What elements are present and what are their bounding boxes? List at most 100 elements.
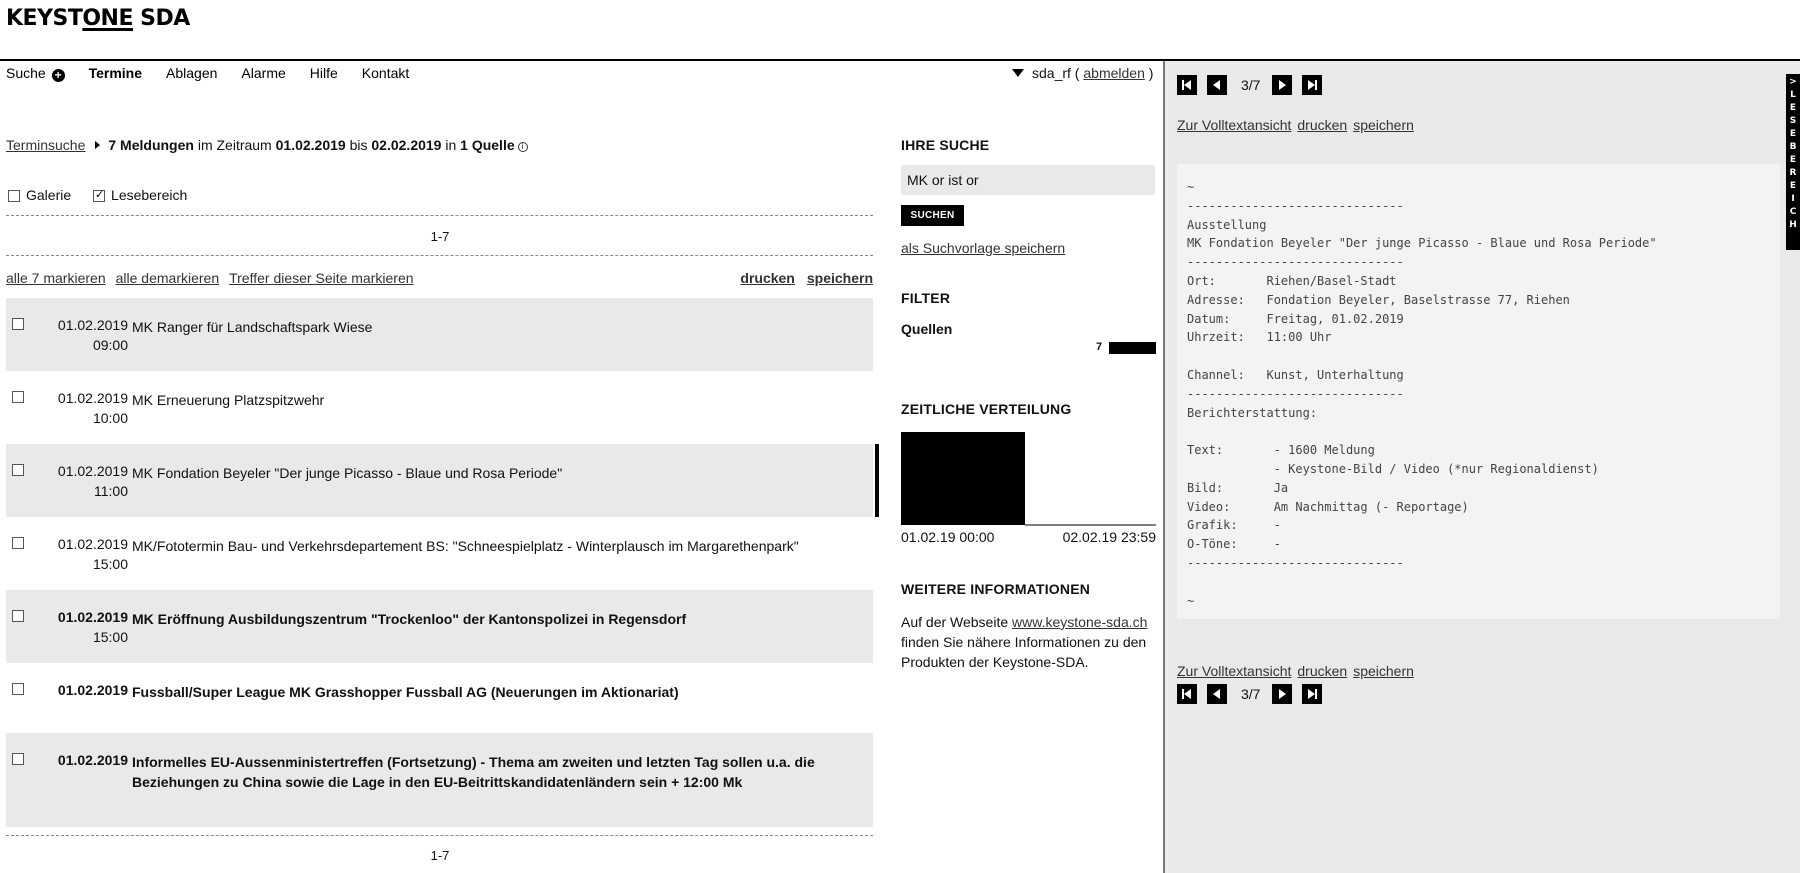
reader-print-link[interactable]: drucken bbox=[1297, 117, 1347, 133]
selection-indicator bbox=[875, 444, 879, 517]
divider bbox=[6, 215, 873, 216]
row-checkbox[interactable] bbox=[12, 464, 24, 476]
logo-text-a: KEYST bbox=[6, 6, 83, 31]
first-page-icon[interactable] bbox=[1177, 75, 1197, 95]
gallery-option[interactable]: Galerie bbox=[8, 187, 71, 203]
plus-circle-icon[interactable]: + bbox=[51, 69, 65, 82]
triangle-right-icon bbox=[95, 141, 101, 149]
keystone-website-link[interactable]: www.keystone-sda.ch bbox=[1012, 614, 1147, 630]
unmark-all-link[interactable]: alle demarkieren bbox=[116, 270, 220, 286]
save-link[interactable]: speichern bbox=[807, 270, 873, 286]
row-title[interactable]: Informelles EU-Aussenministertreffen (Fo… bbox=[132, 752, 862, 792]
reading-pane: 3/7 Zur Volltextansicht drucken speichern … bbox=[1163, 61, 1800, 873]
your-search-heading: IHRE SUCHE bbox=[901, 137, 990, 153]
row-checkbox[interactable] bbox=[12, 391, 24, 403]
main-nav: Suche + Termine Ablagen Alarme Hilfe Kon… bbox=[6, 65, 433, 82]
row-title[interactable]: MK Fondation Beyeler "Der junge Picasso … bbox=[132, 463, 862, 483]
row-checkbox[interactable] bbox=[12, 753, 24, 765]
nav-item-termine[interactable]: Termine bbox=[89, 65, 142, 82]
result-row[interactable]: 01.02.2019 15:00 MK/Fototermin Bau- und … bbox=[6, 517, 873, 590]
fulltext-view-link[interactable]: Zur Volltextansicht bbox=[1177, 117, 1291, 133]
pager-bottom: 1-7 bbox=[430, 848, 450, 863]
time-distribution-chart bbox=[901, 432, 1156, 526]
reader-print-link[interactable]: drucken bbox=[1297, 663, 1347, 679]
gallery-checkbox[interactable] bbox=[8, 190, 20, 202]
search-button[interactable]: SUCHEN bbox=[901, 205, 964, 226]
user-menu[interactable]: sda_rf ( abmelden ) bbox=[1012, 65, 1153, 81]
reading-area-checkbox[interactable] bbox=[93, 188, 106, 202]
row-checkbox[interactable] bbox=[12, 537, 24, 549]
time-distribution-heading: ZEITLICHE VERTEILUNG bbox=[901, 401, 1072, 417]
nav-item-suche[interactable]: Suche + bbox=[6, 65, 65, 82]
row-date: 01.02.2019 bbox=[57, 609, 128, 625]
result-row[interactable]: 01.02.2019 10:00 MK Erneuerung Platzspit… bbox=[6, 371, 873, 444]
document-content: ~ ------------------------------ Ausstel… bbox=[1177, 164, 1780, 619]
row-time: 15:00 bbox=[92, 556, 128, 572]
divider bbox=[6, 255, 873, 256]
username: sda_rf bbox=[1032, 65, 1071, 81]
last-page-icon[interactable] bbox=[1302, 684, 1323, 704]
last-page-icon[interactable] bbox=[1302, 75, 1323, 95]
logo-text-one: ONE bbox=[82, 6, 134, 31]
row-title[interactable]: MK/Fototermin Bau- und Verkehrsdeparteme… bbox=[132, 536, 862, 556]
reading-area-tab[interactable]: > L E S E B E R E I C H bbox=[1786, 74, 1800, 250]
logout-link[interactable]: abmelden bbox=[1083, 65, 1145, 81]
reader-links-top: Zur Volltextansicht drucken speichern bbox=[1177, 117, 1420, 133]
result-row[interactable]: 01.02.2019 Fussball/Super League MK Gras… bbox=[6, 663, 873, 736]
save-search-template-link[interactable]: als Suchvorlage speichern bbox=[901, 240, 1065, 256]
nav-item-alarme[interactable]: Alarme bbox=[241, 65, 285, 82]
nav-item-hilfe[interactable]: Hilfe bbox=[310, 65, 338, 82]
reader-counter: 3/7 bbox=[1241, 686, 1261, 702]
distribution-bar bbox=[901, 432, 1025, 525]
row-title[interactable]: MK Ranger für Landschaftspark Wiese bbox=[132, 317, 862, 337]
divider bbox=[6, 835, 873, 836]
reader-counter: 3/7 bbox=[1241, 77, 1261, 93]
more-info-heading: WEITERE INFORMATIONEN bbox=[901, 581, 1091, 597]
distribution-start-label: 01.02.19 00:00 bbox=[901, 529, 995, 545]
breadcrumb: Terminsuche 7 Meldungen im Zeitraum 01.02… bbox=[6, 137, 528, 153]
result-row[interactable]: 01.02.2019 09:00 MK Ranger für Landschaf… bbox=[6, 298, 873, 371]
info-icon[interactable]: i bbox=[517, 142, 528, 152]
reading-area-option[interactable]: Lesebereich bbox=[93, 187, 187, 203]
reader-nav-bottom: 3/7 bbox=[1177, 684, 1332, 704]
first-page-icon[interactable] bbox=[1177, 684, 1197, 704]
next-page-icon[interactable] bbox=[1272, 684, 1293, 704]
row-checkbox[interactable] bbox=[12, 610, 24, 622]
result-row[interactable]: 01.02.2019 15:00 MK Eröffnung Ausbildung… bbox=[6, 590, 873, 663]
result-row-selected[interactable]: 01.02.2019 11:00 MK Fondation Beyeler "D… bbox=[6, 444, 879, 517]
result-actions: alle 7 markieren alle demarkieren Treffer … bbox=[6, 270, 873, 286]
mark-all-link[interactable]: alle 7 markieren bbox=[6, 270, 106, 286]
print-link[interactable]: drucken bbox=[740, 270, 794, 286]
next-page-icon[interactable] bbox=[1272, 75, 1293, 95]
row-title[interactable]: MK Eröffnung Ausbildungszentrum "Trocken… bbox=[132, 609, 862, 629]
pager-top: 1-7 bbox=[430, 229, 450, 244]
keystone-sda-logo[interactable]: KEYSTONE SDA bbox=[6, 6, 190, 31]
filter-heading: FILTER bbox=[901, 290, 951, 306]
row-time: 09:00 bbox=[92, 337, 128, 353]
row-date: 01.02.2019 bbox=[57, 463, 128, 479]
prev-page-icon[interactable] bbox=[1207, 75, 1227, 95]
row-date: 01.02.2019 bbox=[57, 682, 128, 698]
result-row[interactable]: 01.02.2019 Informelles EU-Aussenminister… bbox=[6, 733, 873, 827]
reader-nav-top: 3/7 bbox=[1177, 75, 1332, 95]
nav-item-ablagen[interactable]: Ablagen bbox=[166, 65, 217, 82]
triangle-down-icon[interactable] bbox=[1012, 69, 1024, 77]
row-time: 15:00 bbox=[92, 629, 128, 645]
reader-save-link[interactable]: speichern bbox=[1353, 663, 1414, 679]
row-date: 01.02.2019 bbox=[57, 536, 128, 552]
row-title[interactable]: MK Erneuerung Platzspitzwehr bbox=[132, 390, 862, 410]
prev-page-icon[interactable] bbox=[1207, 684, 1227, 704]
search-query-input[interactable] bbox=[901, 165, 1155, 195]
nav-item-kontakt[interactable]: Kontakt bbox=[362, 65, 409, 82]
row-title[interactable]: Fussball/Super League MK Grasshopper Fus… bbox=[132, 682, 862, 702]
source-bar[interactable] bbox=[1109, 342, 1156, 354]
mark-page-link[interactable]: Treffer dieser Seite markieren bbox=[229, 270, 413, 286]
breadcrumb-terminsuche-link[interactable]: Terminsuche bbox=[6, 137, 85, 153]
fulltext-view-link[interactable]: Zur Volltextansicht bbox=[1177, 663, 1291, 679]
row-checkbox[interactable] bbox=[12, 318, 24, 330]
distribution-end-label: 02.02.19 23:59 bbox=[1062, 529, 1156, 545]
reader-save-link[interactable]: speichern bbox=[1353, 117, 1414, 133]
row-time: 11:00 bbox=[94, 483, 128, 499]
row-checkbox[interactable] bbox=[12, 683, 24, 695]
source-count: 7 bbox=[1096, 341, 1103, 353]
